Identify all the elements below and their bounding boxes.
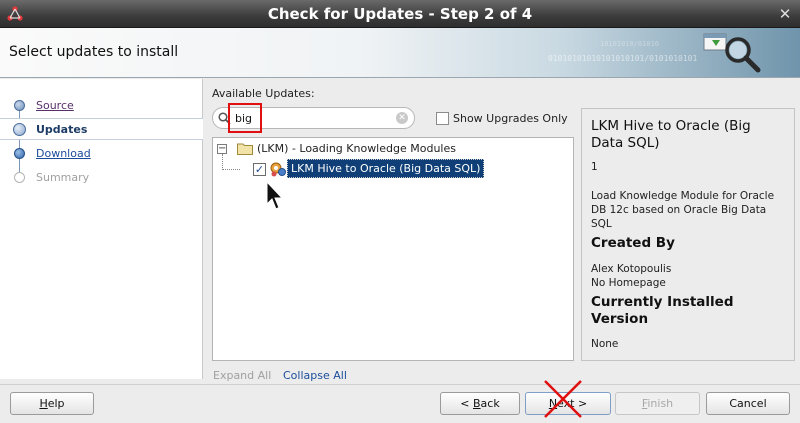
window-title: Check for Updates - Step 2 of 4	[267, 5, 533, 23]
step-download[interactable]: Download	[0, 143, 203, 165]
folder-icon	[237, 143, 253, 155]
step-pending-icon	[14, 148, 25, 159]
step-label: Source	[36, 99, 74, 112]
update-details-panel: LKM Hive to Oracle (Big Data SQL) 1 Load…	[581, 108, 795, 361]
next-label-rest: ext >	[557, 397, 588, 410]
back-label-rest: ack	[480, 397, 500, 410]
help-button[interactable]: Help	[10, 392, 94, 415]
header-decor-text: 01010101010101010101/0101010101	[548, 54, 698, 63]
item-checkbox[interactable]: ✓	[253, 163, 266, 176]
check-updates-icon	[703, 33, 761, 73]
tree-connector	[222, 154, 223, 170]
tree-connector	[222, 169, 240, 170]
header-decor-text: 10101010/01010	[600, 40, 660, 48]
knowledge-module-icon	[270, 162, 286, 177]
close-icon[interactable]: ✕	[776, 5, 794, 23]
help-mnemonic: H	[39, 397, 48, 410]
details-title: LKM Hive to Oracle (Big Data SQL)	[591, 118, 751, 151]
mouse-cursor-icon	[266, 180, 284, 210]
search-highlight-annotation	[228, 103, 262, 133]
tree-item-label[interactable]: LKM Hive to Oracle (Big Data SQL)	[287, 159, 485, 178]
cancel-button[interactable]: Cancel	[706, 392, 790, 415]
wizard-header: Select updates to install 10101010/01010…	[0, 28, 800, 78]
clear-search-icon[interactable]: ✕	[396, 112, 408, 124]
step-summary: Summary	[0, 167, 203, 189]
step-source[interactable]: Source	[0, 95, 203, 117]
back-prefix: <	[460, 397, 473, 410]
finish-button: Finish	[615, 392, 700, 415]
step-label: Download	[36, 147, 91, 160]
title-bar: Check for Updates - Step 2 of 4 ✕	[0, 0, 800, 28]
collapse-all-link[interactable]: Collapse All	[283, 369, 347, 382]
help-label-rest: elp	[47, 397, 65, 410]
back-mnemonic: B	[473, 397, 481, 410]
wizard-steps-panel: Source Updates Download Summary	[0, 79, 203, 379]
next-mnemonic: N	[548, 397, 558, 410]
step-done-icon	[14, 100, 25, 111]
available-updates-label: Available Updates:	[212, 87, 315, 100]
button-bar-divider	[0, 384, 800, 385]
details-version: 1	[591, 161, 598, 173]
step-current-icon	[13, 123, 26, 136]
step-disabled-icon	[14, 172, 25, 183]
installed-version-heading: Currently Installed Version	[591, 294, 734, 327]
updates-tree: − (LKM) - Loading Knowledge Modules ✓ LK…	[212, 137, 574, 361]
created-by-heading: Created By	[591, 235, 675, 251]
expand-all-link: Expand All	[213, 369, 272, 382]
show-upgrades-label: Show Upgrades Only	[453, 112, 568, 125]
step-label: Summary	[36, 171, 90, 184]
back-button[interactable]: < Back	[440, 392, 520, 415]
checkbox-box[interactable]	[436, 112, 449, 125]
step-label: Updates	[36, 123, 88, 136]
details-description: Load Knowledge Module for Oracle DB 12c …	[591, 190, 775, 230]
next-button[interactable]: Next >	[525, 392, 611, 415]
details-homepage: No Homepage	[591, 277, 666, 289]
installed-version-value: None	[591, 338, 619, 350]
finish-label-rest: inish	[647, 397, 674, 410]
collapse-node-icon[interactable]: −	[217, 144, 227, 154]
tree-category-label[interactable]: (LKM) - Loading Knowledge Modules	[257, 142, 456, 155]
details-author: Alex Kotopoulis	[591, 263, 672, 275]
step-updates[interactable]: Updates	[0, 118, 203, 140]
page-title: Select updates to install	[9, 44, 179, 60]
